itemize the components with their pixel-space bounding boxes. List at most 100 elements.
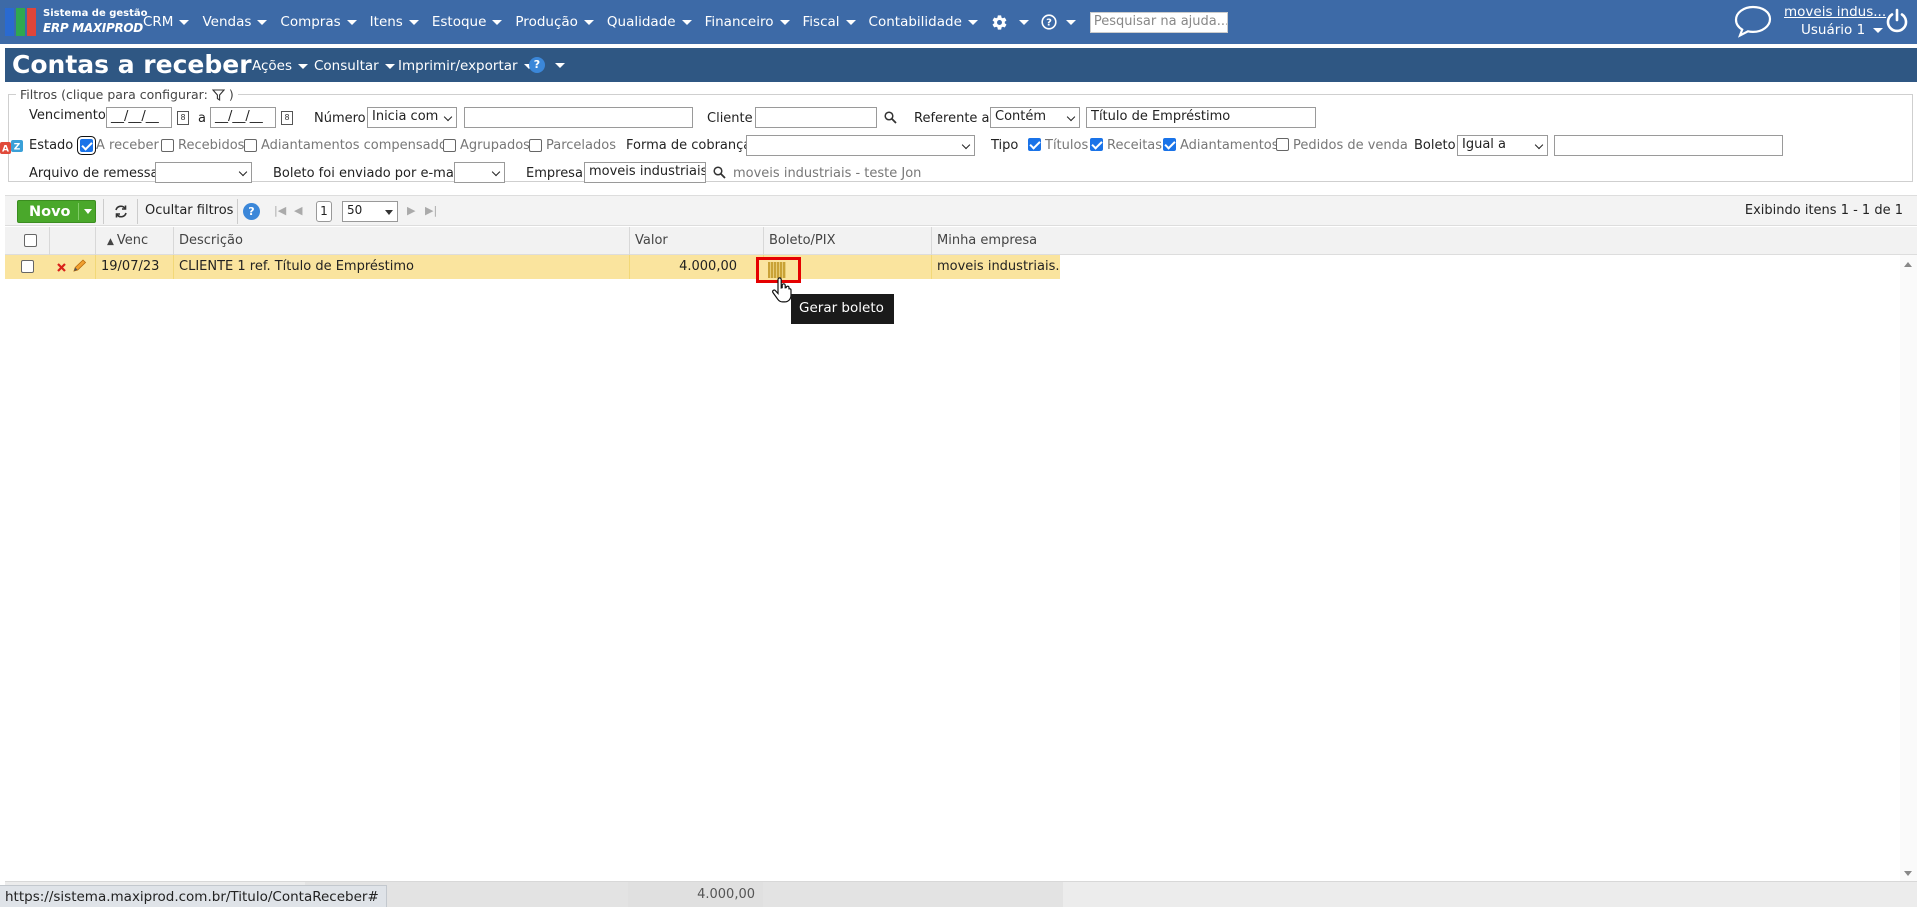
scroll-down-icon[interactable] xyxy=(1904,871,1912,876)
toolbar-divider xyxy=(137,199,138,224)
referente-input[interactable]: Título de Empréstimo xyxy=(1086,107,1316,128)
tipo-label: Tipo xyxy=(991,138,1019,153)
vencimento-from-input[interactable]: __/__/__ xyxy=(106,107,172,128)
first-page-icon[interactable]: |◀ xyxy=(274,204,286,217)
chat-icon[interactable] xyxy=(1733,4,1773,42)
boleto-operator-select[interactable]: Igual a xyxy=(1457,135,1548,156)
toolbar-divider xyxy=(103,199,104,224)
menu-itens[interactable]: Itens xyxy=(370,14,419,30)
tipo-receitas-checkbox[interactable] xyxy=(1090,138,1103,151)
tipo-adiantamentos-label: Adiantamentos xyxy=(1180,138,1279,153)
referente-operator-select[interactable]: Contém xyxy=(990,107,1080,128)
menu-crm[interactable]: CRM xyxy=(143,14,190,30)
col-valor[interactable]: Valor xyxy=(630,227,764,255)
estado-a-receber-checkbox[interactable] xyxy=(80,139,93,152)
company-link[interactable]: moveis indus... xyxy=(1784,4,1886,20)
tipo-pedidos-venda-checkbox[interactable] xyxy=(1276,138,1289,151)
page-help-menu[interactable]: ? xyxy=(529,57,565,73)
estado-agrupados-checkbox[interactable] xyxy=(443,139,456,152)
search-icon[interactable] xyxy=(884,111,897,124)
row-checkbox[interactable] xyxy=(21,260,34,273)
forma-cobranca-label: Forma de cobrança xyxy=(626,138,752,153)
chevron-down-icon xyxy=(967,19,978,25)
row-select-cell xyxy=(5,255,50,279)
tipo-titulos-checkbox[interactable] xyxy=(1028,138,1041,151)
tipo-adiantamentos-checkbox[interactable] xyxy=(1163,138,1176,151)
question-circle-icon: ? xyxy=(1041,14,1057,30)
edit-pencil-icon[interactable] xyxy=(72,259,88,273)
estado-adiantamentos-compensados-checkbox[interactable] xyxy=(244,139,257,152)
menu-producao[interactable]: Produção xyxy=(515,14,594,30)
filters-legend-close: ) xyxy=(228,87,234,102)
settings-menu[interactable] xyxy=(991,14,1029,31)
novo-split-divider xyxy=(78,203,79,220)
prev-page-icon[interactable]: ◀ xyxy=(294,204,302,217)
menu-consultar[interactable]: Consultar xyxy=(314,58,395,74)
numero-input[interactable] xyxy=(464,107,693,128)
menu-acoes[interactable]: Ações xyxy=(252,58,309,74)
logo-mark-icon xyxy=(5,8,39,36)
grid-header: ▲ Venc Descrição Valor Boleto/PIX Minha e… xyxy=(5,227,1917,255)
help-search-input[interactable]: Pesquisar na ajuda... xyxy=(1089,11,1228,33)
scroll-up-icon[interactable] xyxy=(1904,262,1912,267)
forma-cobranca-select[interactable] xyxy=(746,135,975,156)
chevron-down-icon xyxy=(779,19,790,25)
power-icon[interactable] xyxy=(1885,8,1909,38)
sort-az-icon[interactable]: AZ xyxy=(0,139,24,157)
menu-compras[interactable]: Compras xyxy=(280,14,357,30)
last-page-icon[interactable]: ▶| xyxy=(425,204,437,217)
filters-legend[interactable]: Filtros (clique para configurar: ) xyxy=(16,87,238,102)
menu-financeiro[interactable]: Financeiro xyxy=(705,14,790,30)
col-venc[interactable]: ▲ Venc xyxy=(96,227,174,255)
menu-qualidade[interactable]: Qualidade xyxy=(607,14,692,30)
refresh-icon[interactable] xyxy=(113,204,129,219)
help-menu[interactable]: ? xyxy=(1041,14,1076,30)
menu-fiscal[interactable]: Fiscal xyxy=(803,14,856,30)
menu-imprimir-exportar[interactable]: Imprimir/exportar xyxy=(398,58,534,74)
user-menu[interactable]: Usuário 1 xyxy=(1801,22,1884,38)
estado-parcelados-checkbox[interactable] xyxy=(529,139,542,152)
menu-estoque[interactable]: Estoque xyxy=(432,14,503,30)
search-icon[interactable] xyxy=(713,166,726,179)
menu-contabilidade[interactable]: Contabilidade xyxy=(869,14,978,30)
numero-operator-select[interactable]: Inicia com xyxy=(367,107,457,128)
estado-parcelados-label: Parcelados xyxy=(546,138,616,153)
cell-minha-empresa: moveis industriais... xyxy=(937,259,1060,274)
boleto-input[interactable] xyxy=(1554,135,1783,156)
chevron-down-icon[interactable] xyxy=(84,209,92,214)
page-size-select[interactable]: 50 xyxy=(342,201,398,222)
arquivo-remessa-select[interactable] xyxy=(155,162,252,183)
next-page-icon[interactable]: ▶ xyxy=(407,204,415,217)
actions-column xyxy=(50,227,96,255)
cliente-input[interactable] xyxy=(755,107,877,128)
vertical-scrollbar[interactable] xyxy=(1900,255,1917,881)
boleto-email-select[interactable] xyxy=(454,162,505,183)
ocultar-filtros-button[interactable]: Ocultar filtros xyxy=(145,203,233,218)
novo-button[interactable]: Novo xyxy=(17,200,96,223)
gear-icon xyxy=(992,14,1007,30)
menu-vendas[interactable]: Vendas xyxy=(202,14,268,30)
estado-recebidos-checkbox[interactable] xyxy=(161,139,174,152)
help-icon[interactable]: ? xyxy=(243,203,260,220)
toolbar-divider xyxy=(237,199,238,224)
maxiprod-logo[interactable]: Sistema de gestão ERP MAXIPROD xyxy=(5,5,148,37)
status-bar-url: https://sistema.maxiprod.com.br/Titulo/C… xyxy=(0,885,387,907)
calendar-icon[interactable]: 8 xyxy=(281,111,293,125)
user-name-label: Usuário 1 xyxy=(1801,22,1866,38)
calendar-icon[interactable]: 8 xyxy=(177,111,189,125)
display-info: Exibindo itens 1 - 1 de 1 xyxy=(1744,203,1903,218)
page-number-input[interactable]: 1 xyxy=(316,201,332,222)
empresa-label: Empresa xyxy=(526,166,583,181)
col-minha-empresa[interactable]: Minha empresa xyxy=(932,227,1066,255)
col-boleto-pix[interactable]: Boleto/PIX xyxy=(764,227,932,255)
vencimento-to-input[interactable]: __/__/__ xyxy=(210,107,276,128)
vencimento-label: Vencimento xyxy=(29,108,106,123)
referente-label: Referente a xyxy=(914,111,990,126)
delete-icon[interactable] xyxy=(57,263,66,272)
sort-asc-icon: ▲ xyxy=(107,237,114,247)
col-descricao[interactable]: Descrição xyxy=(174,227,630,255)
empresa-input[interactable]: moveis industriais - t xyxy=(584,162,706,183)
empresa-description: moveis industriais - teste Jon xyxy=(733,166,922,181)
select-all-checkbox[interactable] xyxy=(24,234,37,247)
table-row[interactable]: 19/07/23 CLIENTE 1 ref. Título de Emprés… xyxy=(5,255,1060,279)
